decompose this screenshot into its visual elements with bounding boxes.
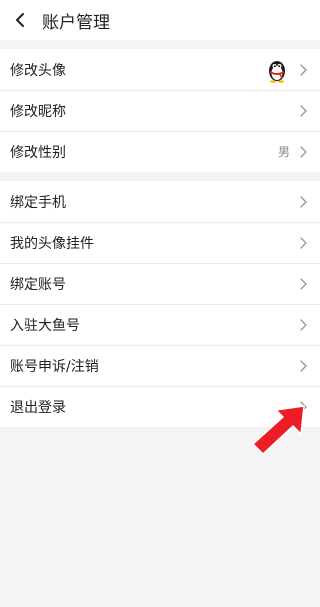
join-dayu-row[interactable]: 入驻大鱼号 <box>0 304 320 345</box>
top-bar: 账户管理 <box>0 0 320 40</box>
row-label: 入驻大鱼号 <box>10 317 80 334</box>
chevron-right-icon <box>298 359 308 373</box>
row-label: 我的头像挂件 <box>10 235 94 252</box>
account-management-screen: 账户管理 修改头像 修改昵称 修改性别 男 绑定手机 我的头像挂件 绑定账号 入… <box>0 0 320 607</box>
page-title: 账户管理 <box>42 12 110 33</box>
change-avatar-row[interactable]: 修改头像 <box>0 49 320 90</box>
chevron-left-icon <box>16 13 24 27</box>
change-gender-row[interactable]: 修改性别 男 <box>0 131 320 172</box>
profile-settings-group: 修改头像 修改昵称 修改性别 男 <box>0 49 320 172</box>
chevron-right-icon <box>298 63 308 77</box>
bind-phone-row[interactable]: 绑定手机 <box>0 181 320 222</box>
avatar-pendant-row[interactable]: 我的头像挂件 <box>0 222 320 263</box>
chevron-right-icon <box>298 104 308 118</box>
row-label: 修改昵称 <box>10 103 66 120</box>
section-gap <box>0 40 320 49</box>
chevron-right-icon <box>298 318 308 332</box>
back-button[interactable] <box>0 0 40 40</box>
row-label: 绑定手机 <box>10 194 66 211</box>
row-label: 账号申诉/注销 <box>10 358 99 375</box>
gender-value: 男 <box>277 145 290 159</box>
chevron-right-icon <box>298 145 308 159</box>
qq-penguin-avatar-icon <box>269 60 285 83</box>
change-nickname-row[interactable]: 修改昵称 <box>0 90 320 131</box>
account-settings-group: 绑定手机 我的头像挂件 绑定账号 入驻大鱼号 账号申诉/注销 退出登录 <box>0 181 320 427</box>
section-gap <box>0 172 320 181</box>
row-label: 修改性别 <box>10 144 66 161</box>
chevron-right-icon <box>298 277 308 291</box>
row-label: 绑定账号 <box>10 276 66 293</box>
account-appeal-cancel-row[interactable]: 账号申诉/注销 <box>0 345 320 386</box>
chevron-right-icon <box>298 195 308 209</box>
red-arrow-pointer-icon <box>252 405 305 455</box>
bind-account-row[interactable]: 绑定账号 <box>0 263 320 304</box>
chevron-right-icon <box>298 236 308 250</box>
row-label: 修改头像 <box>10 62 66 79</box>
